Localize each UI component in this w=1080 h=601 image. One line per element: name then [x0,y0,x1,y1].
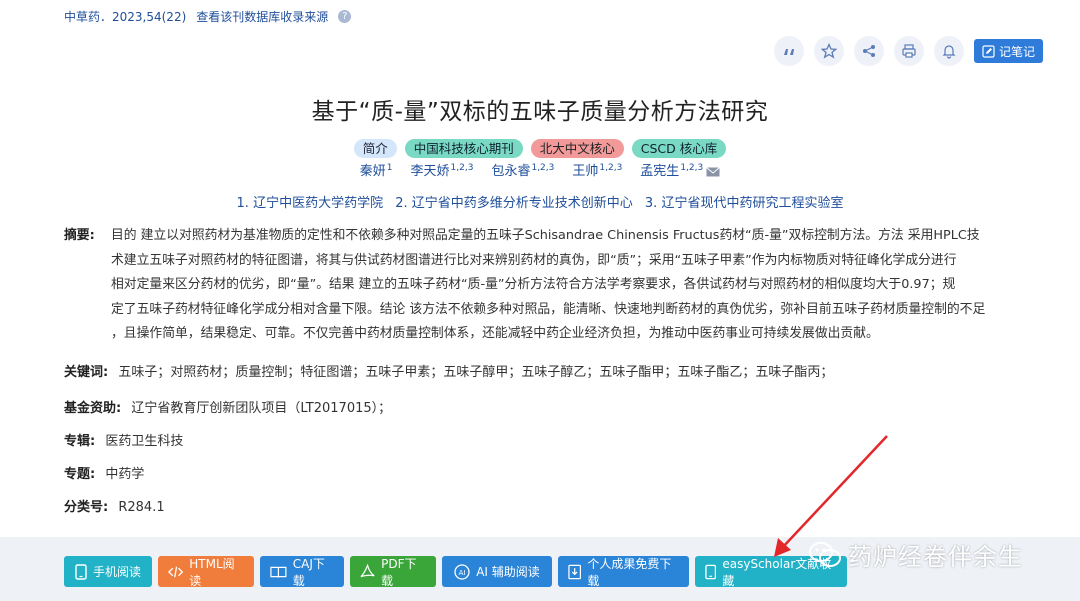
svg-text:AI: AI [459,569,466,577]
abstract-section: 摘要: 目的 建立以对照药材为基准物质的定性和不依赖多种对照品定量的五味子Sch… [64,224,1049,347]
take-note-button[interactable]: 记笔记 [974,39,1044,63]
class-value: R284.1 [118,500,165,515]
author-list: 秦妍1 李天娇1,2,3 包永睿1,2,3 王帅1,2,3 孟宪生1,2,3 [0,160,1080,179]
pku-core-badge: 北大中文核心 [530,139,624,158]
topic-row: 专题: 中药学 [64,463,144,482]
ai-read-button[interactable]: AI AI 辅助阅读 [442,556,552,587]
star-icon [821,43,837,59]
article-toolbar: 记笔记 [774,36,1044,66]
caj-download-button[interactable]: CAJ下载 [260,556,344,588]
affiliation-link[interactable]: 2. 辽宁省中药多维分析专业技术创新中心 [395,196,633,211]
author-link[interactable]: 包永睿1,2,3 [491,160,554,179]
abstract-label: 摘要: [64,228,95,243]
help-icon[interactable]: ? [338,10,352,23]
keywords-label: 关键词: [64,365,109,380]
topic-label: 专题: [64,467,96,482]
favorite-button[interactable] [814,36,844,66]
code-icon [168,566,184,577]
source-line: 中草药．2023,54(22) 查看该刊数据库收录来源 ? [64,8,352,25]
author-link[interactable]: 孟宪生1,2,3 [640,160,721,179]
edit-icon [982,44,995,58]
bell-icon [942,45,956,59]
watermark-text: 药炉经卷伴余生 [848,543,1023,571]
affiliation-link[interactable]: 3. 辽宁省现代中药研究工程实验室 [645,196,844,211]
html-read-button[interactable]: HTML阅读 [158,556,254,588]
series-row: 专辑: 医药卫生科技 [64,430,183,449]
cscd-badge: CSCD 核心库 [631,139,727,158]
keywords-value[interactable]: 五味子；对照药材；质量控制；特征图谱；五味子甲素；五味子醇甲；五味子醇乙；五味子… [118,365,833,380]
keywords-row: 关键词: 五味子；对照药材；质量控制；特征图谱；五味子甲素；五味子醇甲；五味子醇… [64,361,833,380]
subscribe-button[interactable] [934,36,964,66]
phone-icon [75,563,87,580]
mail-icon[interactable] [706,166,721,177]
printer-icon [902,44,916,58]
series-label: 专辑: [64,434,96,449]
fund-row: 基金资助: 辽宁省教育厅创新团队项目（LT2017015）； [64,397,391,416]
series-value: 医药卫生科技 [105,434,184,449]
phone-icon [705,564,717,579]
cite-button[interactable] [774,36,804,66]
mobile-read-button[interactable]: 手机阅读 [64,556,152,587]
take-note-label: 记笔记 [999,44,1036,59]
db-source-link[interactable]: 查看该刊数据库收录来源 [196,8,328,25]
class-label: 分类号: [64,500,109,515]
journal-issue-link[interactable]: 中草药．2023,54(22) [64,8,186,25]
author-link[interactable]: 李天娇1,2,3 [411,160,474,179]
share-icon [863,45,875,57]
author-link[interactable]: 秦妍1 [360,160,393,179]
share-button[interactable] [854,36,884,66]
topic-value: 中药学 [105,467,145,482]
author-link[interactable]: 王帅1,2,3 [572,160,622,179]
pdf-download-button[interactable]: PDF下载 [350,556,436,588]
intro-badge[interactable]: 简介 [353,139,397,158]
abstract-text: 目的 建立以对照药材为基准物质的定性和不依赖多种对照品定量的五味子Schisan… [111,228,986,341]
wechat-icon [809,541,841,567]
class-row: 分类号: R284.1 [64,496,165,515]
affiliation-list: 1. 辽宁中医药大学药学院 2. 辽宁省中药多维分析专业技术创新中心 3. 辽宁… [0,192,1080,211]
quote-icon [784,49,794,55]
fund-label: 基金资助: [64,401,122,416]
watermark: 药炉经卷伴余生 [808,537,1023,572]
download-button-row: 手机阅读 HTML阅读 CAJ下载 PDF下载 AI AI 辅助阅读 个人成果免… [64,556,847,588]
print-button[interactable] [894,36,924,66]
download-icon [568,564,582,579]
pdf-icon [360,563,375,577]
book-icon [270,566,287,578]
fund-value[interactable]: 辽宁省教育厅创新团队项目（LT2017015）； [131,401,391,416]
core-journal-badge: 中国科技核心期刊 [404,139,523,158]
affiliation-link[interactable]: 1. 辽宁中医药大学药学院 [237,196,384,211]
badge-row: 简介 中国科技核心期刊 北大中文核心 CSCD 核心库 [0,139,1080,158]
article-title: 基于“质-量”双标的五味子质量分析方法研究 [311,99,769,125]
ai-icon: AI [454,563,470,580]
free-download-button[interactable]: 个人成果免费下载 [558,556,689,588]
